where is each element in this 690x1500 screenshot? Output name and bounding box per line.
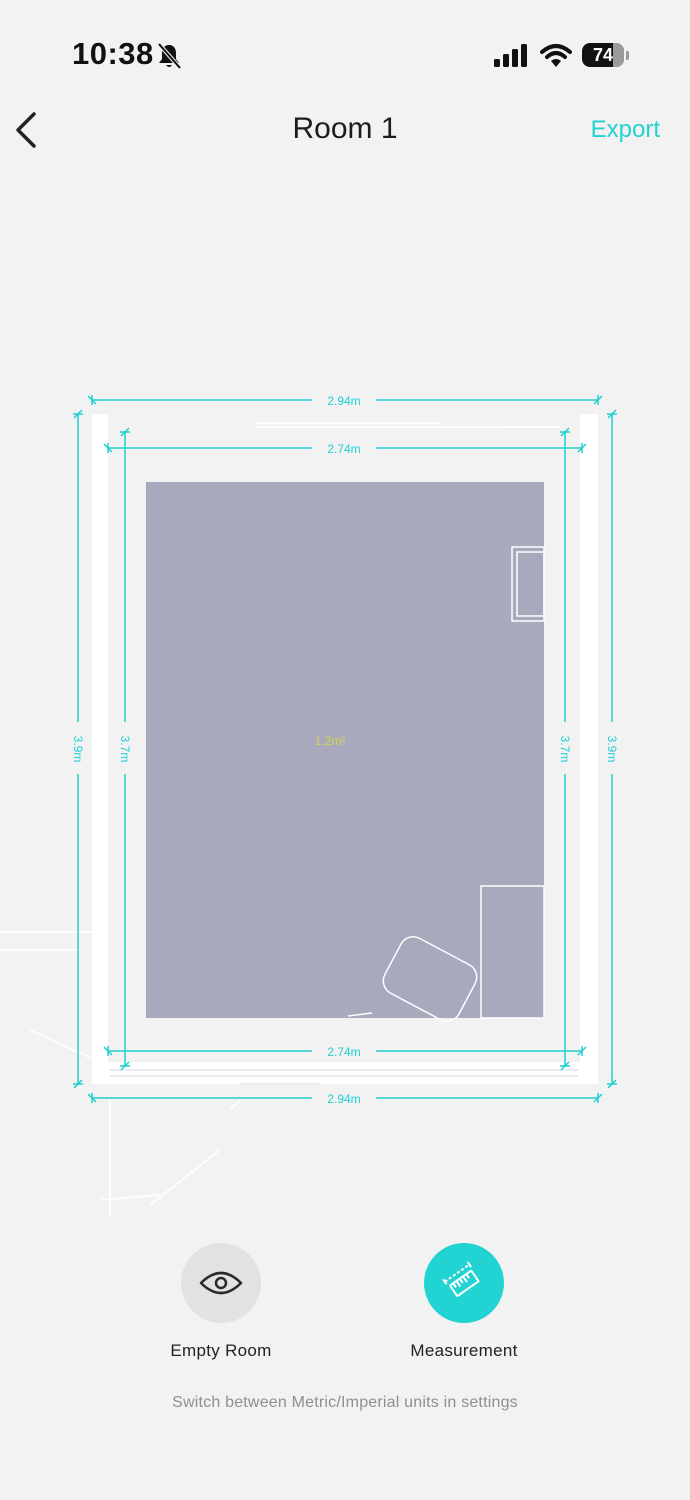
outer-height-left-label: 3.9m [71,736,85,763]
export-button[interactable]: Export [591,116,660,144]
ruler-icon [442,1261,480,1297]
area-label: 1.2m² [315,734,346,748]
floor-plan[interactable]: 1.2m² 2.94m 2.74m 2.74m 2.94m 3.9m 3.7m … [0,380,690,1220]
inner-height-right-label: 3.7m [558,736,572,763]
inner-width-top-label: 2.74m [327,442,360,456]
empty-room-button[interactable] [181,1243,261,1323]
battery-icon: 74 [582,43,630,69]
measurement-tool[interactable]: Measurement [384,1240,544,1361]
measurement-label: Measurement [410,1341,518,1360]
cellular-signal-icon [494,44,527,67]
eye-icon [199,1271,243,1295]
battery-level: 74 [592,45,614,65]
status-bar: 10:38 74 [0,0,690,110]
outer-width-top-label: 2.94m [327,394,360,408]
view-toolbar: Empty Room Measurement [0,1240,690,1370]
room-floor[interactable] [146,482,544,1018]
status-time: 10:38 [72,36,154,71]
bell-slash-icon [157,42,182,70]
inner-height-left-label: 3.7m [118,736,132,763]
page-title: Room 1 [292,112,398,145]
nav-bar: Room 1 Export [0,100,690,160]
empty-room-label: Empty Room [170,1341,272,1360]
outer-height-right-label: 3.9m [605,736,619,763]
wifi-icon [540,44,572,67]
outer-width-bottom-label: 2.94m [327,1092,360,1106]
empty-room-tool[interactable]: Empty Room [141,1240,301,1361]
units-hint: Switch between Metric/Imperial units in … [172,1394,518,1411]
measurement-button[interactable] [424,1243,504,1323]
inner-width-bottom-label: 2.74m [327,1045,360,1059]
